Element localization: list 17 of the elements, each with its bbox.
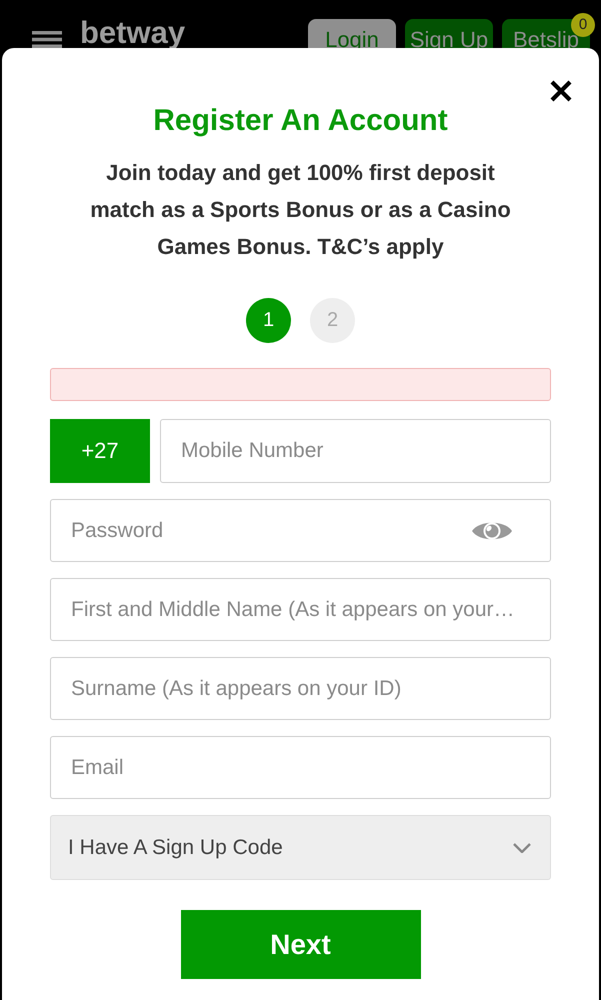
country-code-selector[interactable]: +27 bbox=[50, 419, 150, 483]
chevron-down-icon bbox=[513, 842, 531, 852]
input-field[interactable]: Surname (As it appears on your ID) bbox=[50, 657, 551, 720]
close-icon bbox=[549, 79, 573, 103]
password-field[interactable]: Password bbox=[50, 499, 551, 562]
dialog-title: Register An Account bbox=[152, 103, 449, 139]
phone-number-field[interactable]: Mobile Number bbox=[160, 419, 551, 483]
intro-text: Join today and get 100% first deposit match as a Sports Bonus or as a Casino Games Bonus. T&C’s apply bbox=[89, 159, 512, 261]
close-button[interactable] bbox=[549, 79, 573, 103]
step-indicator: 1 bbox=[246, 298, 291, 343]
logo[interactable]: betway bbox=[80, 17, 186, 48]
next-button[interactable]: Next bbox=[180, 910, 420, 979]
input-field[interactable]: First and Middle Name (As it appears on your… bbox=[50, 578, 551, 641]
step-indicator: 2 bbox=[310, 298, 355, 343]
menu-icon[interactable] bbox=[32, 31, 62, 48]
dropdown-field[interactable]: I Have A Sign Up Code bbox=[50, 815, 551, 880]
input-field[interactable]: Email bbox=[50, 736, 551, 799]
